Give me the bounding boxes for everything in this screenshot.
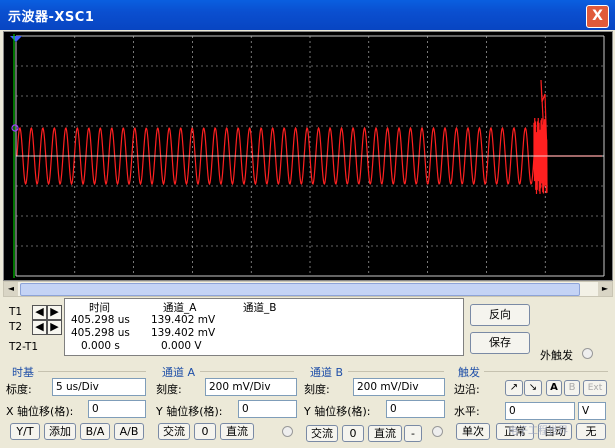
t1-ch-a: 139.402 mV [151,314,216,326]
channel-b-title: 通道 B [310,366,344,379]
trigger-level-field[interactable]: 0 [505,402,575,420]
channel-a-scale-label: 刻度: [156,383,182,396]
channel-a-ground-marker[interactable] [11,124,19,132]
channel-b-scale-label: 刻度: [304,383,330,396]
trigger-title: 触发 [458,366,480,379]
channel-a-title: 通道 A [162,366,196,379]
scope-canvas [10,34,605,278]
trigger-source-b-button[interactable]: B [564,380,580,396]
timebase-title: 时基 [12,366,34,379]
channel-a-ac-button[interactable]: 交流 [158,423,190,440]
channel-b-ypos-label: Y 轴位移(格): [304,405,371,418]
channel-b-ac-button[interactable]: 交流 [306,425,338,442]
timebase-scale-label: 标度: [6,383,32,396]
t1-label: T1 [9,306,23,318]
mode-add-button[interactable]: 添加 [44,423,76,440]
timebase-scale-field[interactable]: 5 us/Div [52,378,146,396]
channel-b-dc-button[interactable]: 直流 [368,425,402,442]
x-position-field[interactable]: 0 [88,400,146,418]
channel-b-ypos-field[interactable]: 0 [386,400,445,418]
channel-b-zero-button[interactable]: 0 [342,425,364,442]
channel-a-ypos-field[interactable]: 0 [238,400,297,418]
trigger-none-button[interactable]: 无 [576,423,606,440]
col-time: 时间 [89,302,110,314]
t1-right-arrow-icon[interactable]: ▶ [47,305,62,320]
channel-b-divider [348,371,444,372]
col-ch-a: 通道_A [163,302,197,314]
t1-time: 405.298 us [71,314,130,326]
channel-a-ypos-label: Y 轴位移(格): [156,405,223,418]
scroll-right-icon[interactable]: ► [598,282,612,296]
t2-t1-label: T2-T1 [9,341,39,353]
edge-fall-button[interactable]: ↘ [524,380,542,396]
channel-a-scale-field[interactable]: 200 mV/Div [205,378,297,396]
channel-a-radio[interactable] [282,426,293,437]
trigger-source-a-button[interactable]: A [546,380,562,396]
oscilloscope-screen [3,31,613,281]
t2-left-arrow-icon[interactable]: ◀ [32,320,47,335]
t2t1-ch-a: 0.000 V [161,340,202,352]
ext-trigger-radio[interactable] [582,348,593,359]
channel-a-zero-button[interactable]: 0 [194,423,216,440]
scroll-left-icon[interactable]: ◄ [4,282,18,296]
t2-ch-a: 139.402 mV [151,327,216,339]
col-ch-b: 通道_B [243,302,277,314]
trigger-single-button[interactable]: 单次 [456,423,490,440]
trigger-divider [484,371,608,372]
window-title: 示波器-XSC1 [8,10,95,25]
trigger-level-unit[interactable]: V [578,402,606,420]
mode-ba-button[interactable]: B/A [80,423,110,440]
trigger-source-ext-button[interactable]: Ext [583,380,607,396]
mode-ab-button[interactable]: A/B [114,423,144,440]
channel-a-dc-button[interactable]: 直流 [220,423,254,440]
channel-b-radio[interactable] [432,426,443,437]
edge-rise-button[interactable]: ↗ [505,380,523,396]
t2-time: 405.298 us [71,327,130,339]
save-button[interactable]: 保存 [470,332,530,354]
channel-b-invert-button[interactable]: - [404,425,422,442]
trigger-level-label: 水平: [454,405,480,418]
channel-b-scale-field[interactable]: 200 mV/Div [353,378,445,396]
cursor-readout: 时间 通道_A 通道_B 405.298 us 139.402 mV 405.2… [64,298,464,356]
t2-label: T2 [9,321,23,333]
scroll-thumb[interactable] [20,283,580,296]
title-bar: 示波器-XSC1 X [0,0,615,30]
channel-a-trace [16,79,602,195]
horizontal-scrollbar[interactable]: ◄ ► [3,281,613,297]
cursor-t1-marker[interactable] [10,36,22,42]
t1-left-arrow-icon[interactable]: ◀ [32,305,47,320]
x-position-label: X 轴位移(格): [6,405,74,418]
watermark: 电子工程世界 [508,426,568,437]
reverse-button[interactable]: 反向 [470,304,530,326]
trigger-edge-label: 边沿: [454,383,480,396]
mode-yt-button[interactable]: Y/T [10,423,40,440]
timebase-divider [38,371,146,372]
close-button[interactable]: X [586,5,609,28]
t2-right-arrow-icon[interactable]: ▶ [47,320,62,335]
t2t1-time: 0.000 s [81,340,120,352]
channel-a-divider [200,371,294,372]
ext-trigger-label: 外触发 [540,349,573,362]
